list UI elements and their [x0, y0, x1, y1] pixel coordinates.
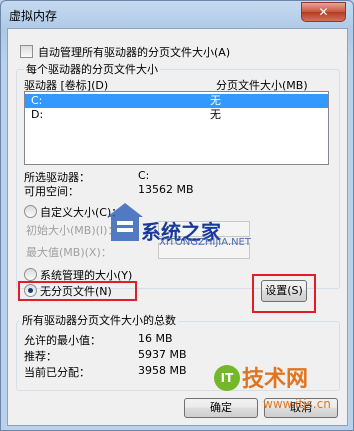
drive-list[interactable]: C: 无 D: 无: [24, 91, 329, 165]
min-allowed-label: 允许的最小值：: [24, 334, 101, 347]
window-title: 虚拟内存: [9, 9, 58, 23]
recommended-value: 5937 MB: [138, 348, 187, 361]
totals-group-label: 所有驱动器分页文件大小的总数: [20, 312, 178, 328]
no-paging-radio[interactable]: [24, 284, 37, 297]
per-drive-group-label: 每个驱动器的分页文件大小: [24, 61, 160, 77]
free-space-value: 13562 MB: [138, 183, 194, 196]
drive-name: D:: [31, 108, 44, 121]
min-allowed-value: 16 MB: [138, 332, 173, 345]
virtual-memory-dialog: 虚拟内存 ✕ 自动管理所有驱动器的分页文件大小(A) 每个驱动器的分页文件大小 …: [0, 0, 354, 431]
drive-size: 无: [210, 94, 221, 107]
custom-size-radio[interactable]: [24, 205, 37, 218]
watermark-site-url: www.itjs.cn: [263, 397, 331, 411]
auto-manage-label[interactable]: 自动管理所有驱动器的分页文件大小(A): [38, 44, 230, 60]
drive-name: C:: [31, 94, 43, 107]
system-managed-radio[interactable]: [24, 268, 37, 281]
selected-drive-value: C:: [138, 169, 150, 182]
auto-manage-checkbox[interactable]: [20, 45, 33, 58]
set-button[interactable]: 设置(S): [261, 280, 307, 302]
close-button[interactable]: ✕: [301, 2, 346, 22]
list-item-drive-d[interactable]: D: 无: [25, 108, 328, 122]
title-bar: 虚拟内存 ✕: [1, 1, 353, 27]
max-size-label: 最大值(MB)(X)：: [26, 246, 112, 259]
drive-size: 无: [210, 108, 221, 121]
list-item-drive-c[interactable]: C: 无: [25, 94, 328, 108]
close-icon: ✕: [318, 5, 329, 19]
watermark-brand-url: XITONGZHIJIA.NET: [159, 237, 251, 248]
house-logo-icon: [107, 203, 143, 241]
ok-button[interactable]: 确定: [184, 398, 258, 418]
itjs-logo-icon: IT: [214, 365, 240, 391]
free-space-label: 可用空间：: [24, 185, 79, 198]
currently-allocated-value: 3958 MB: [138, 364, 187, 377]
currently-allocated-label: 当前已分配：: [24, 366, 90, 379]
watermark-site-name: 技术网: [242, 367, 309, 392]
recommended-label: 推荐：: [24, 350, 57, 363]
no-paging-label[interactable]: 无分页文件(N): [40, 283, 112, 299]
